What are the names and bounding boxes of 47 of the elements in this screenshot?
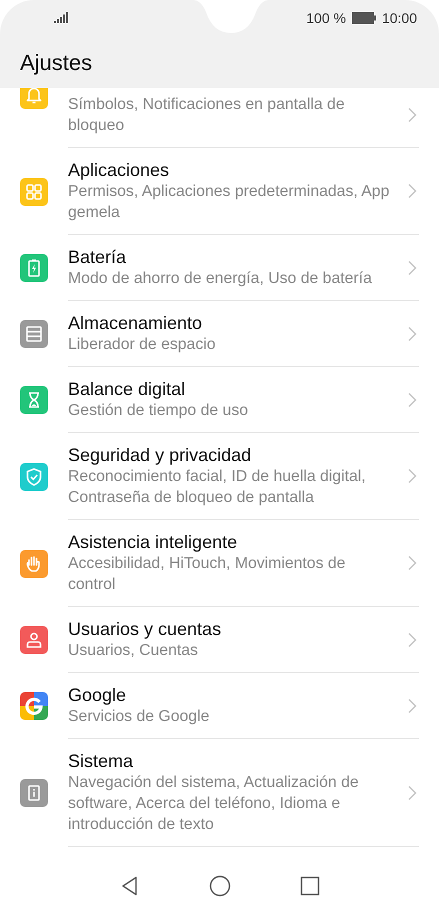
row-subtitle: Navegación del sistema, Actualización de software, Acerca del teléfono, Idioma e introducción de texto [68, 773, 360, 835]
row-subtitle: Modo de ahorro de energía, Uso de batería [68, 269, 373, 289]
settings-row[interactable]: Sistema Navegación del sistema, Actualización de software, Acerca del teléfono, Idioma e introducción de texto [0, 739, 439, 847]
settings-row[interactable]: Balance digital Gestión de tiempo de uso [0, 367, 439, 433]
row-title: Google [68, 684, 128, 706]
signal-icon [54, 12, 68, 23]
row-title: Balance digital [68, 378, 186, 400]
chevron-icon [407, 632, 417, 648]
settings-row[interactable]: Seguridad y privacidad Reconocimiento facial, ID de huella digital, Contraseña de bloqueo de pantalla [0, 433, 439, 520]
row-title: Almacenamiento [68, 312, 204, 334]
recents-icon[interactable] [298, 875, 320, 897]
chevron-icon [407, 555, 417, 571]
settings-row[interactable]: Aplicaciones Permisos, Aplicaciones predeterminadas, App gemela [0, 148, 439, 235]
settings-row[interactable]: Usuarios y cuentas Usuarios, Cuentas [0, 607, 439, 673]
row-title: Aplicaciones [68, 159, 170, 181]
google-icon [20, 692, 48, 720]
row-subtitle: Accesibilidad, HiTouch, Movimientos de control [68, 554, 346, 595]
row-title: Usuarios y cuentas [68, 618, 222, 640]
screen-title: Ajustes [19, 49, 94, 77]
chevron-icon [407, 326, 417, 342]
chevron-icon [407, 260, 417, 276]
row-title: Asistencia inteligente [68, 531, 238, 553]
row-subtitle: Símbolos, Notificaciones en pantalla de bloqueo [68, 95, 346, 136]
row-subtitle: Usuarios, Cuentas [68, 641, 199, 661]
chevron-icon [407, 392, 417, 408]
chevron-icon [407, 468, 417, 484]
row-subtitle: Liberador de espacio [68, 335, 217, 355]
settings-row[interactable]: Batería Modo de ahorro de energía, Uso de batería [0, 235, 439, 301]
row-title: Batería [68, 246, 128, 268]
row-title: Sistema [68, 750, 134, 772]
chevron-icon [407, 784, 417, 800]
home-icon[interactable] [208, 875, 230, 897]
row-subtitle: Servicios de Google [68, 707, 210, 727]
row-subtitle: Permisos, Aplicaciones predeterminadas, App gemela [68, 182, 390, 223]
chevron-icon [407, 107, 417, 123]
settings-row[interactable]: Google Servicios de Google [0, 673, 439, 739]
chevron-icon [407, 698, 417, 714]
clock: 10:00 [382, 10, 417, 26]
settings-row[interactable]: Almacenamiento Liberador de espacio [0, 301, 439, 367]
settings-row[interactable]: Asistencia inteligente Accesibilidad, HiTouch, Movimientos de control [0, 520, 439, 607]
battery-icon [352, 12, 376, 24]
row-title: Seguridad y privacidad [68, 444, 252, 466]
row-subtitle: Gestión de tiempo de uso [68, 401, 250, 421]
chevron-icon [407, 183, 417, 199]
battery-percentage: 100 % [306, 10, 346, 26]
row-subtitle: Reconocimiento facial, ID de huella digital, Contraseña de bloqueo de pantalla [68, 467, 367, 508]
settings-row[interactable]: Símbolos, Notificaciones en pantalla de bloqueo [0, 88, 439, 148]
